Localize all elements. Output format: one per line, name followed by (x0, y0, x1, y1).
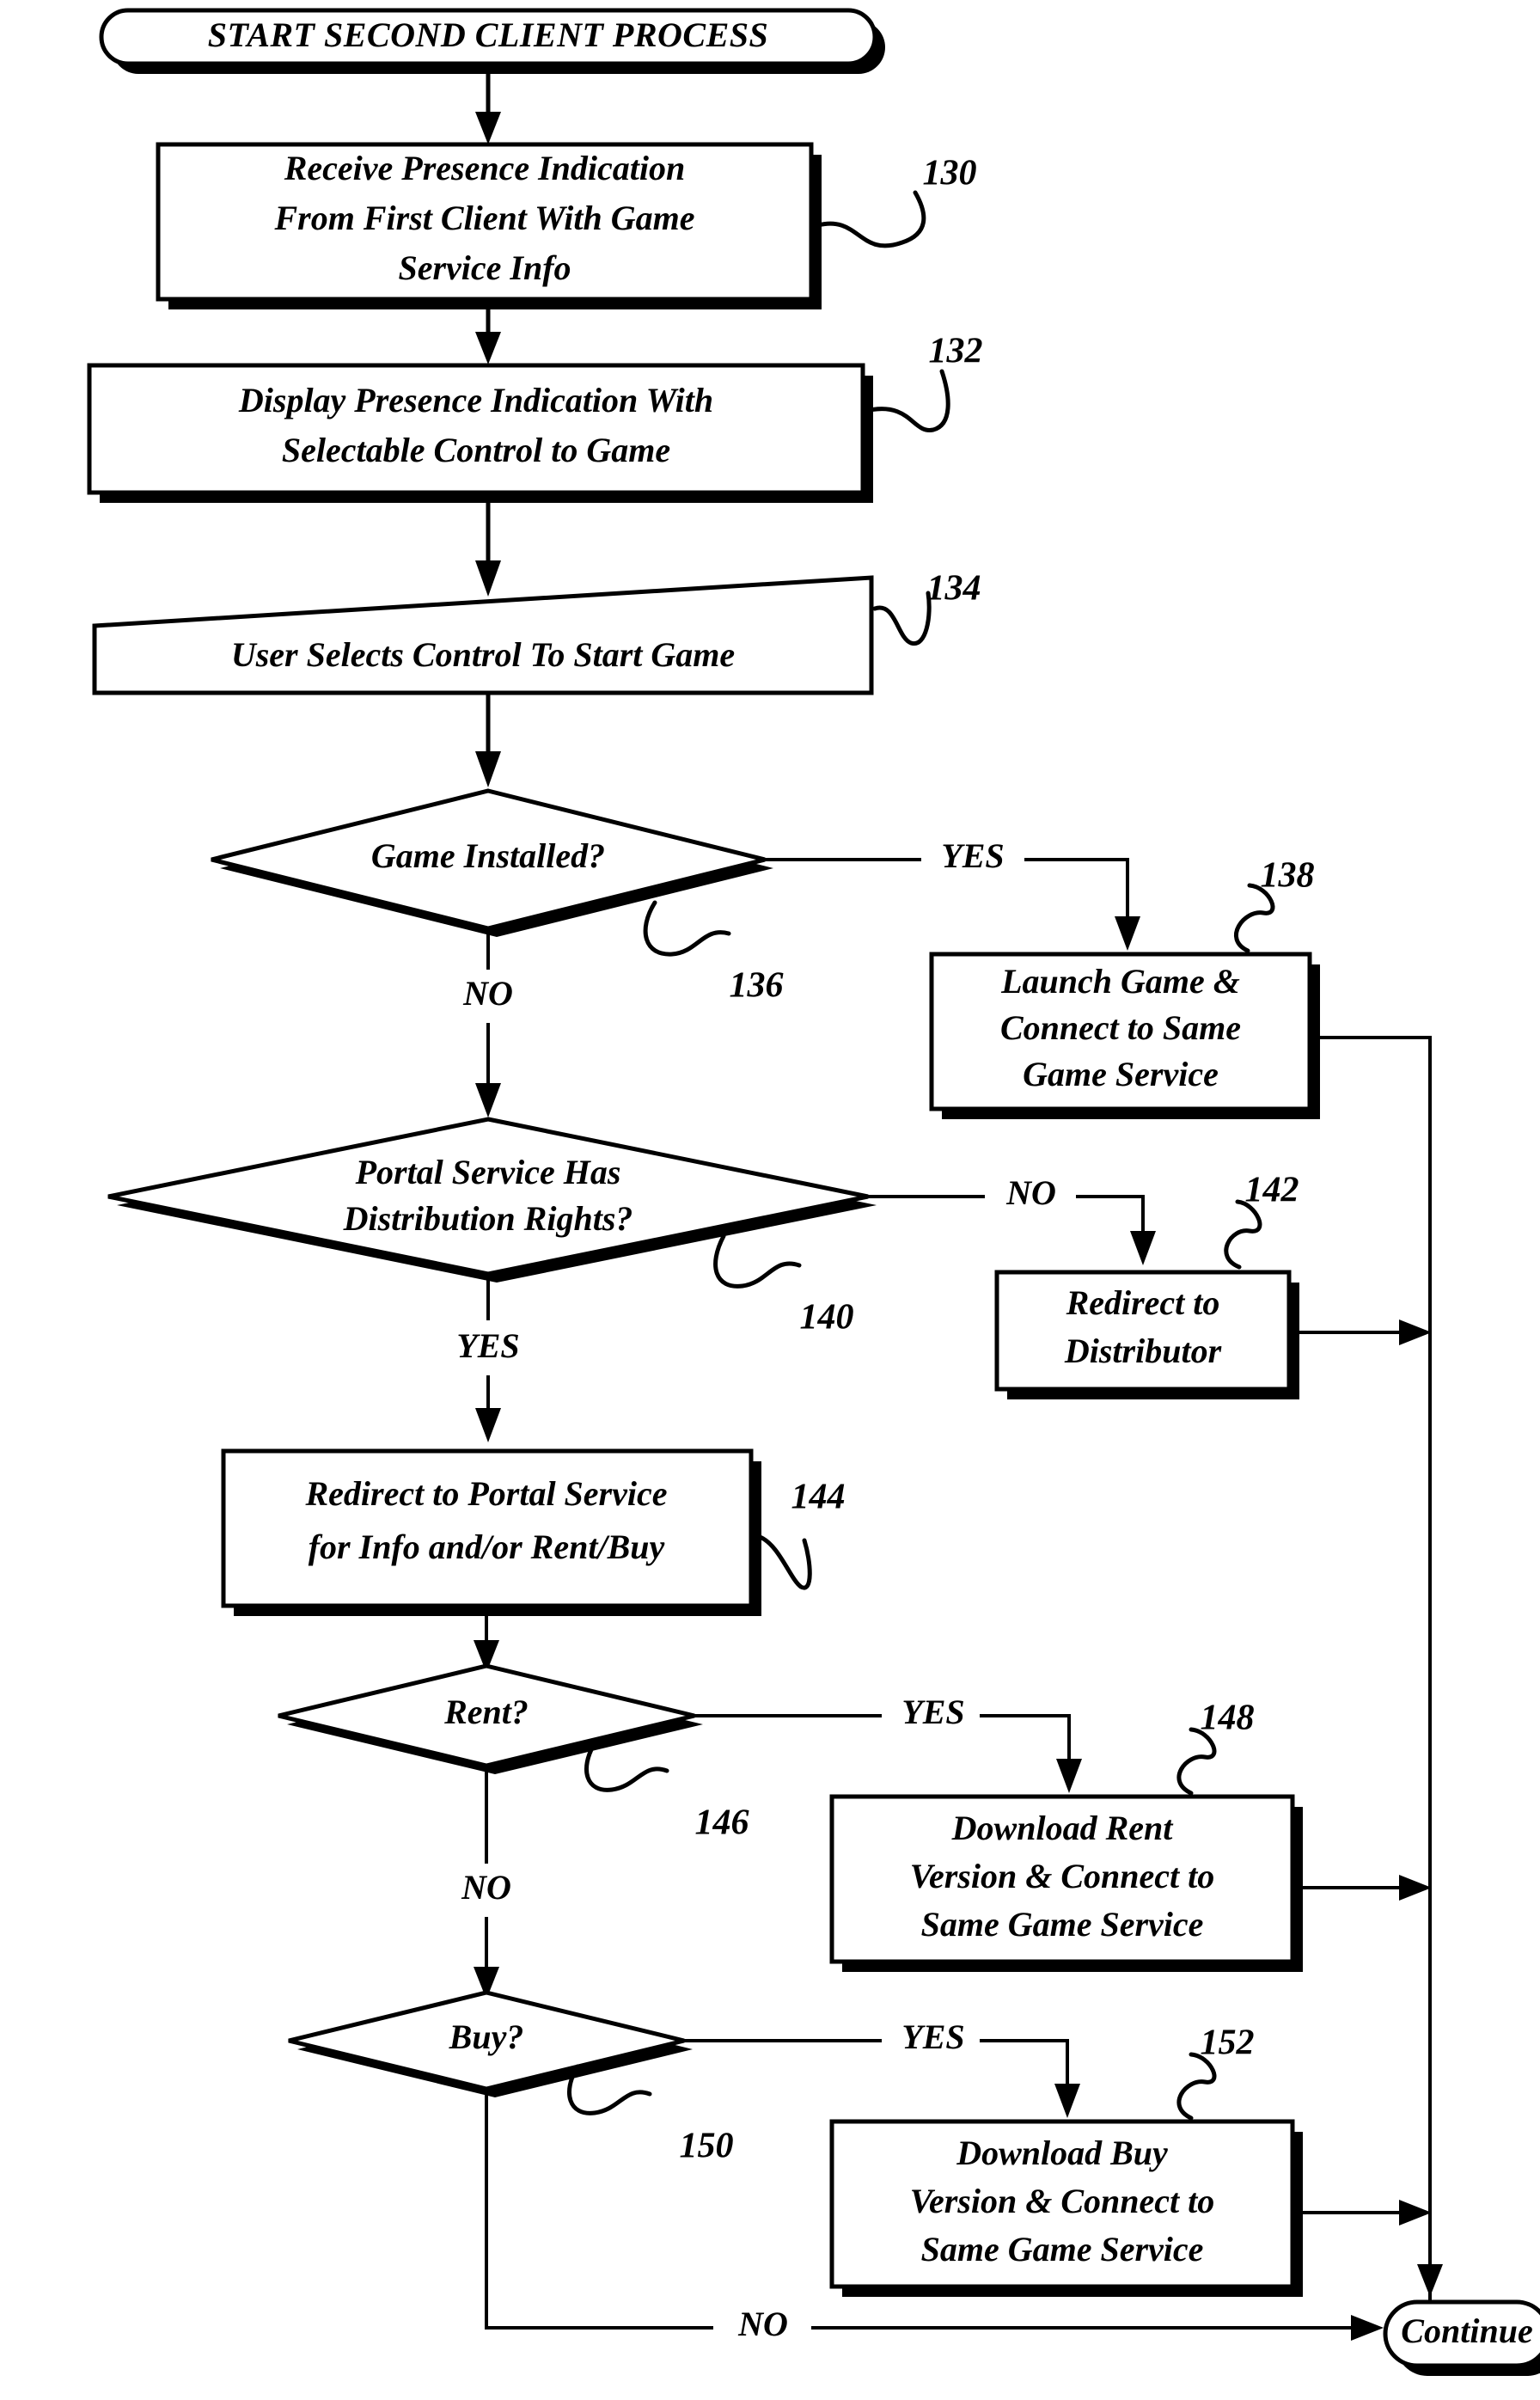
reference-148-number: 148 (1201, 1699, 1255, 1738)
reference-132-number: 132 (929, 332, 983, 371)
reference-142: 142 (1224, 1171, 1299, 1270)
reference-144: 144 (757, 1478, 846, 1590)
node-138-launch-game: Launch Game & Connect to Same Game Servi… (929, 952, 1320, 1119)
node-146-rent-decision: Rent? (278, 1663, 703, 1774)
node-134-user-selects-control: User Selects Control To Start Game (92, 575, 874, 695)
reference-144-number: 144 (791, 1478, 846, 1517)
node-138-line-3: Game Service (1023, 1055, 1219, 1093)
node-130-line-2: From First Client With Game (273, 199, 694, 237)
edge-146-no: NO (461, 1766, 511, 1999)
reference-150-number: 150 (680, 2127, 734, 2166)
node-148-line-1: Download Rent (951, 1809, 1175, 1847)
edge-142-to-rail (1289, 1319, 1432, 1345)
reference-134-number: 134 (927, 569, 981, 609)
start-terminal-label: START SECOND CLIENT PROCESS (208, 15, 769, 54)
node-142-redirect-to-distributor: Redirect to Distributor (994, 1270, 1299, 1399)
node-144-line-2: for Info and/or Rent/Buy (309, 1528, 665, 1566)
edge-152-to-rail (1292, 2200, 1432, 2226)
reference-136-number: 136 (730, 966, 784, 1006)
edge-146-no-label: NO (461, 1868, 511, 1907)
edge-146-yes-label: YES (901, 1693, 964, 1731)
edge-136-yes: YES (765, 836, 1140, 951)
end-terminal: Continue (1383, 2299, 1540, 2376)
node-152-line-2: Version & Connect to (910, 2182, 1215, 2220)
flowchart-canvas: START SECOND CLIENT PROCESS Receive Pres… (0, 0, 1540, 2400)
node-146-line-1: Rent? (443, 1693, 529, 1731)
node-130-line-3: Service Info (398, 248, 571, 287)
node-130-line-1: Receive Presence Indication (284, 149, 686, 187)
reference-152-number: 152 (1201, 2023, 1255, 2063)
reference-140-number: 140 (800, 1298, 854, 1338)
node-150-buy-decision: Buy? (288, 1990, 693, 2097)
edge-140-yes: YES (456, 1274, 520, 1442)
node-136-game-installed-decision: Game Installed? (211, 788, 773, 937)
flowchart-svg: START SECOND CLIENT PROCESS Receive Pres… (87, 8, 1540, 2376)
node-152-line-3: Same Game Service (921, 2230, 1204, 2268)
node-150-line-1: Buy? (449, 2017, 524, 2056)
node-148-line-2: Version & Connect to (910, 1857, 1215, 1895)
edge-130-to-132 (475, 309, 501, 364)
node-140-line-2: Distribution Rights? (343, 1199, 633, 1238)
node-138-line-2: Connect to Same (1000, 1008, 1241, 1047)
node-142-line-2: Distributor (1064, 1332, 1222, 1370)
reference-138: 138 (1234, 856, 1315, 953)
node-140-portal-rights-decision: Portal Service Has Distribution Rights? (107, 1117, 877, 1283)
reference-134: 134 (872, 569, 981, 646)
reference-130: 130 (816, 154, 977, 248)
reference-138-number: 138 (1261, 856, 1315, 896)
node-148-download-rent-version: Download Rent Version & Connect to Same … (829, 1794, 1303, 1972)
edge-136-no-label: NO (462, 974, 513, 1013)
reference-130-number: 130 (923, 154, 977, 193)
end-terminal-label: Continue (1401, 2311, 1532, 2350)
edge-150-no-label: NO (737, 2305, 788, 2343)
edge-138-to-rail (1310, 1036, 1432, 2327)
reference-150: 150 (567, 2064, 734, 2166)
node-144-redirect-to-portal-service: Redirect to Portal Service for Info and/… (221, 1448, 761, 1616)
edge-146-yes: YES (694, 1693, 1082, 1793)
node-134-line-1: User Selects Control To Start Game (231, 635, 735, 674)
reference-152: 152 (1176, 2023, 1255, 2121)
reference-146: 146 (584, 1741, 749, 1843)
edge-150-yes: YES (684, 2017, 1080, 2118)
edge-148-to-rail (1292, 1875, 1432, 1901)
edge-start-to-130 (475, 67, 501, 144)
node-136-line-1: Game Installed? (371, 836, 605, 875)
node-138-line-1: Launch Game & (1000, 962, 1240, 1001)
reference-146-number: 146 (695, 1803, 749, 1843)
reference-148: 148 (1176, 1699, 1255, 1796)
node-132-display-presence-indication: Display Presence Indication With Selecta… (87, 363, 873, 503)
edge-rail-to-continue (1417, 2264, 1443, 2297)
reference-140: 140 (713, 1234, 854, 1338)
node-142-line-1: Redirect to (1066, 1283, 1220, 1322)
node-132-line-2: Selectable Control to Game (282, 431, 670, 469)
reference-136: 136 (643, 900, 784, 1006)
edge-140-yes-label: YES (456, 1326, 519, 1365)
reference-142-number: 142 (1245, 1171, 1299, 1210)
edge-136-yes-label: YES (941, 836, 1004, 875)
edge-134-to-136 (475, 693, 501, 787)
node-152-line-1: Download Buy (956, 2134, 1168, 2172)
node-148-line-3: Same Game Service (921, 1905, 1204, 1944)
start-terminal: START SECOND CLIENT PROCESS (99, 8, 885, 74)
edge-140-no: NO (868, 1173, 1156, 1265)
node-140-line-1: Portal Service Has (355, 1153, 621, 1191)
node-130-receive-presence-indication: Receive Presence Indication From First C… (156, 142, 822, 309)
edge-136-no: NO (462, 928, 513, 1117)
edge-140-no-label: NO (1005, 1173, 1056, 1212)
reference-132: 132 (867, 332, 983, 432)
edge-150-yes-label: YES (901, 2017, 964, 2056)
node-144-line-1: Redirect to Portal Service (304, 1474, 667, 1513)
edge-132-to-134 (475, 503, 501, 597)
node-152-download-buy-version: Download Buy Version & Connect to Same G… (829, 2119, 1303, 2297)
node-132-line-1: Display Presence Indication With (238, 381, 713, 419)
